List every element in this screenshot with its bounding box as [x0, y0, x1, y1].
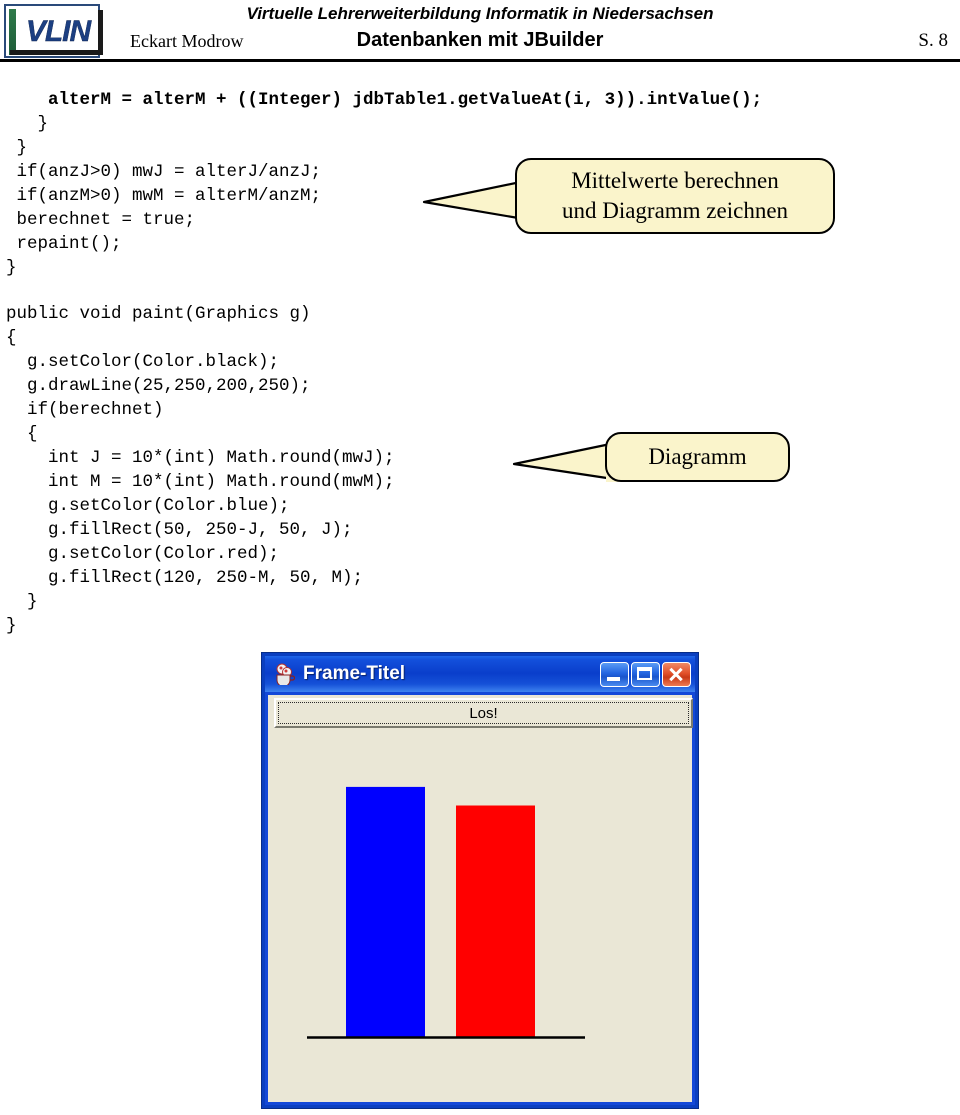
- minimize-icon: [607, 676, 620, 681]
- maximize-button[interactable]: [631, 661, 660, 687]
- diagram-canvas: [268, 733, 692, 1102]
- callout-diagramm: Diagramm: [510, 432, 800, 492]
- java-frame-window: Frame-Titel Los!: [261, 652, 699, 1109]
- code-line-bold-1: alterM = alterM + ((Integer) jdbTable1.g…: [6, 90, 763, 110]
- page-header: VLIN Virtuelle Lehrerweiterbildung Infor…: [0, 0, 960, 62]
- minimize-button[interactable]: [600, 661, 629, 687]
- bar-chart: [307, 786, 585, 1039]
- frame-inner: Frame-Titel Los!: [265, 656, 695, 1105]
- bar-red: [456, 805, 535, 1038]
- callout-diagramm-box: Diagramm: [605, 432, 790, 482]
- callout-line-1: Mittelwerte berechnen: [571, 168, 779, 193]
- header-subtitle: Virtuelle Lehrerweiterbildung Informatik…: [246, 4, 714, 23]
- los-button[interactable]: Los!: [274, 698, 693, 728]
- window-content-pane: Los!: [268, 695, 693, 1102]
- page-title: Datenbanken mit JBuilder: [356, 29, 604, 51]
- los-button-focus-ring: Los!: [278, 702, 689, 724]
- callout-mittelwerte-box: Mittelwerte berechnen und Diagramm zeich…: [515, 158, 835, 234]
- code-block-listing-2: public void paint(Graphics g) { g.setCol…: [6, 304, 395, 636]
- header-divider: [0, 59, 960, 62]
- window-title-text: Frame-Titel: [303, 663, 406, 684]
- window-titlebar[interactable]: Frame-Titel: [265, 656, 695, 692]
- callout-mittelwerte: Mittelwerte berechnen und Diagramm zeich…: [420, 158, 840, 244]
- los-button-label: Los!: [469, 704, 498, 722]
- callout-line-2: und Diagramm zeichnen: [561, 198, 789, 223]
- close-button[interactable]: [662, 661, 691, 687]
- bar-blue: [346, 786, 425, 1038]
- maximize-icon: [637, 666, 652, 680]
- code-rest-1: } } if(anzJ>0) mwJ = alterJ/anzJ; if(anz…: [6, 114, 322, 278]
- java-duke-icon: [273, 663, 296, 687]
- page-number: S. 8: [918, 30, 948, 51]
